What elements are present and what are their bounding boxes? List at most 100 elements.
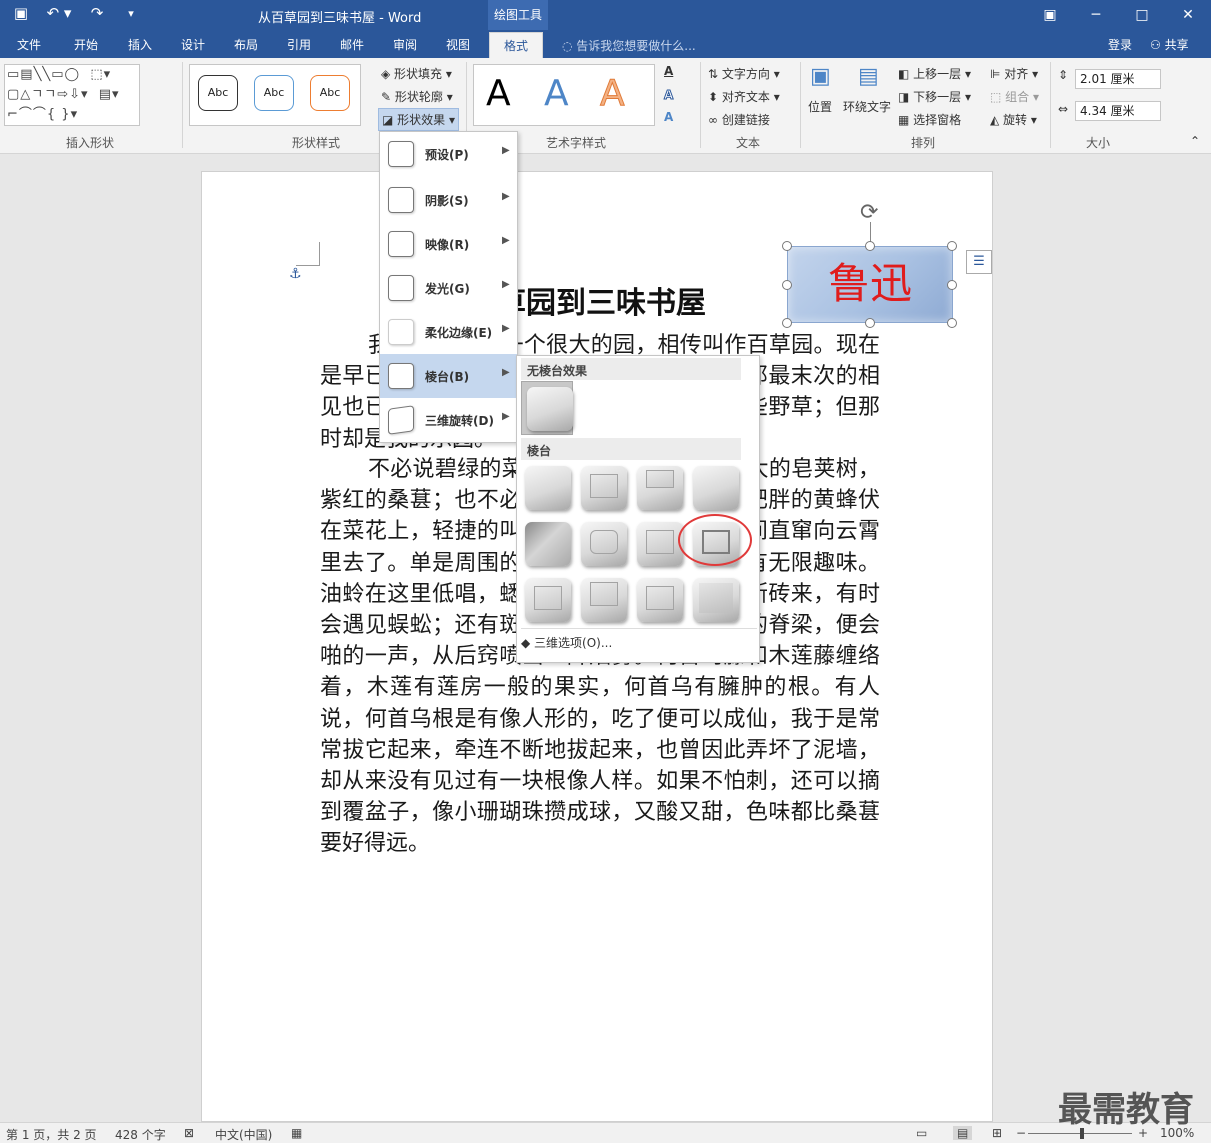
wrap-text-button[interactable]: 环绕文字 <box>843 98 891 115</box>
tab-insert[interactable]: 插入 <box>128 36 152 53</box>
submenu-arrow-icon: ▶ <box>502 191 510 202</box>
resize-handle[interactable] <box>782 241 792 251</box>
shape-fill-button[interactable]: ◈ 形状填充 ▾ <box>381 65 452 82</box>
bevel-option[interactable] <box>581 578 627 622</box>
wordart-style-blue[interactable]: A <box>544 73 569 114</box>
maximize-icon[interactable]: □ <box>1119 0 1165 30</box>
minimize-icon[interactable]: ─ <box>1073 0 1119 30</box>
group-button[interactable]: ⬚ 组合 ▾ <box>990 88 1039 105</box>
bevel-option[interactable] <box>637 522 683 566</box>
text-effects-icon[interactable]: A <box>664 110 673 124</box>
shape-style-preset[interactable]: Abc <box>198 75 238 111</box>
resize-handle[interactable] <box>865 318 875 328</box>
redo-icon[interactable]: ↷ <box>86 4 108 22</box>
bevel-option[interactable] <box>581 522 627 566</box>
resize-handle[interactable] <box>947 280 957 290</box>
align-text-button[interactable]: ⬍ 对齐文本 ▾ <box>708 88 780 105</box>
align-button[interactable]: ⊫ 对齐 ▾ <box>990 65 1038 82</box>
menu-item-soft-edges[interactable]: 柔化边缘(E) ▶ <box>380 310 517 354</box>
selection-pane-button[interactable]: ▦ 选择窗格 <box>898 111 961 128</box>
send-backward-button[interactable]: ◨ 下移一层 ▾ <box>898 88 971 105</box>
selected-textbox-shape[interactable]: 鲁迅 <box>787 246 953 323</box>
bevel-option[interactable] <box>693 466 739 510</box>
text-fill-icon[interactable]: A <box>664 64 673 78</box>
zoom-out-icon[interactable]: − <box>1016 1126 1026 1140</box>
arrange-group-label: 排列 <box>911 136 936 150</box>
customize-qat-icon[interactable]: ▾ <box>120 7 142 20</box>
tab-view[interactable]: 视图 <box>446 36 470 53</box>
bring-forward-button[interactable]: ◧ 上移一层 ▾ <box>898 65 971 82</box>
shape-height-input[interactable]: 2.01 厘米 <box>1075 69 1161 89</box>
wrap-text-icon[interactable]: ▤ <box>858 64 879 89</box>
3d-options-link[interactable]: ◆ 三维选项(O)... <box>521 634 612 651</box>
page-count[interactable]: 第 1 页，共 2 页 <box>6 1126 97 1143</box>
collapse-ribbon-icon[interactable]: ⌃ <box>1190 134 1200 148</box>
ribbon-display-options-icon[interactable]: ▣ <box>1027 0 1073 30</box>
shapes-gallery[interactable]: ▭▤╲╲▭◯ ⬚▾ ▢△ㄱㄱ⇨⇩▾ ▤▾ ⌐⌒⌒{ }▾ <box>4 64 140 126</box>
no-bevel-option[interactable] <box>521 381 573 435</box>
bevel-option[interactable] <box>525 466 571 510</box>
width-icon: ⇔ <box>1058 102 1069 116</box>
shape-style-preset[interactable]: Abc <box>310 75 350 111</box>
tell-me-search[interactable]: ◌ 告诉我您想要做什么... <box>562 37 696 54</box>
wordart-style-black[interactable]: A <box>486 73 511 114</box>
text-direction-button[interactable]: ⇅ 文字方向 ▾ <box>708 65 780 82</box>
shape-style-gallery[interactable]: Abc Abc Abc <box>189 64 361 126</box>
bevel-option[interactable] <box>693 578 739 622</box>
menu-item-3d-rotation[interactable]: 三维旋转(D) ▶ <box>380 398 517 442</box>
tab-mailings[interactable]: 邮件 <box>340 36 364 53</box>
save-icon[interactable]: ▣ <box>10 4 32 22</box>
word-count[interactable]: 428 个字 <box>115 1126 166 1143</box>
position-icon[interactable]: ▣ <box>810 64 831 89</box>
login-link[interactable]: 登录 <box>1108 36 1132 53</box>
watermark-logo: 最需教育 <box>1058 1090 1194 1130</box>
shape-outline-button[interactable]: ✎ 形状轮廓 ▾ <box>381 88 453 105</box>
bevel-option[interactable] <box>581 466 627 510</box>
menu-item-preset[interactable]: 预设(P) ▶ <box>380 132 517 176</box>
tab-home[interactable]: 开始 <box>74 36 98 53</box>
insert-shapes-group-label: 插入形状 <box>66 136 115 150</box>
tab-format[interactable]: 格式 <box>489 32 544 58</box>
text-outline-icon[interactable]: A <box>663 88 673 103</box>
resize-handle[interactable] <box>947 318 957 328</box>
group-divider <box>800 62 801 148</box>
macro-icon[interactable]: ▦ <box>291 1126 302 1140</box>
language-indicator[interactable]: 中文(中国) <box>215 1126 272 1143</box>
print-layout-icon[interactable]: ▤ <box>953 1126 973 1140</box>
tab-review[interactable]: 审阅 <box>393 36 417 53</box>
menu-item-bevel[interactable]: 棱台(B) ▶ <box>380 354 517 398</box>
read-mode-icon[interactable]: ▭ <box>916 1126 927 1140</box>
tab-file[interactable]: 文件 <box>17 36 41 53</box>
menu-item-shadow[interactable]: 阴影(S) ▶ <box>380 178 517 222</box>
bevel-option[interactable] <box>637 466 683 510</box>
shape-styles-group-label: 形状样式 <box>292 136 341 150</box>
menu-item-glow[interactable]: 发光(G) ▶ <box>380 266 517 310</box>
tab-references[interactable]: 引用 <box>287 36 311 53</box>
resize-handle[interactable] <box>782 318 792 328</box>
glow-icon <box>388 275 414 301</box>
tab-design[interactable]: 设计 <box>181 36 205 53</box>
proofing-icon[interactable]: ⊠ <box>184 1126 194 1140</box>
bevel-option[interactable] <box>525 578 571 622</box>
bevel-option[interactable] <box>637 578 683 622</box>
shape-effects-button[interactable]: ◪ 形状效果 ▾ <box>378 108 460 131</box>
share-button[interactable]: ⚇ 共享 <box>1150 36 1189 53</box>
wordart-style-orange[interactable]: A <box>600 73 626 115</box>
layout-options-icon[interactable]: ☰ <box>966 250 992 274</box>
resize-handle[interactable] <box>947 241 957 251</box>
rotate-button[interactable]: ◭ 旋转 ▾ <box>990 111 1037 128</box>
bevel-option[interactable] <box>525 522 571 566</box>
undo-icon[interactable]: ↶ ▾ <box>44 4 74 22</box>
resize-handle[interactable] <box>865 241 875 251</box>
web-layout-icon[interactable]: ⊞ <box>992 1126 1002 1140</box>
wordart-gallery[interactable]: A A A <box>473 64 655 126</box>
create-link-button[interactable]: ∞ 创建链接 <box>708 111 770 128</box>
resize-handle[interactable] <box>782 280 792 290</box>
drawing-tools-context-label: 绘图工具 <box>488 0 548 30</box>
shape-style-preset[interactable]: Abc <box>254 75 294 111</box>
tab-layout[interactable]: 布局 <box>234 36 258 53</box>
close-icon[interactable]: ✕ <box>1165 0 1211 30</box>
position-button[interactable]: 位置 <box>808 98 832 115</box>
shape-width-input[interactable]: 4.34 厘米 <box>1075 101 1161 121</box>
menu-item-reflection[interactable]: 映像(R) ▶ <box>380 222 517 266</box>
